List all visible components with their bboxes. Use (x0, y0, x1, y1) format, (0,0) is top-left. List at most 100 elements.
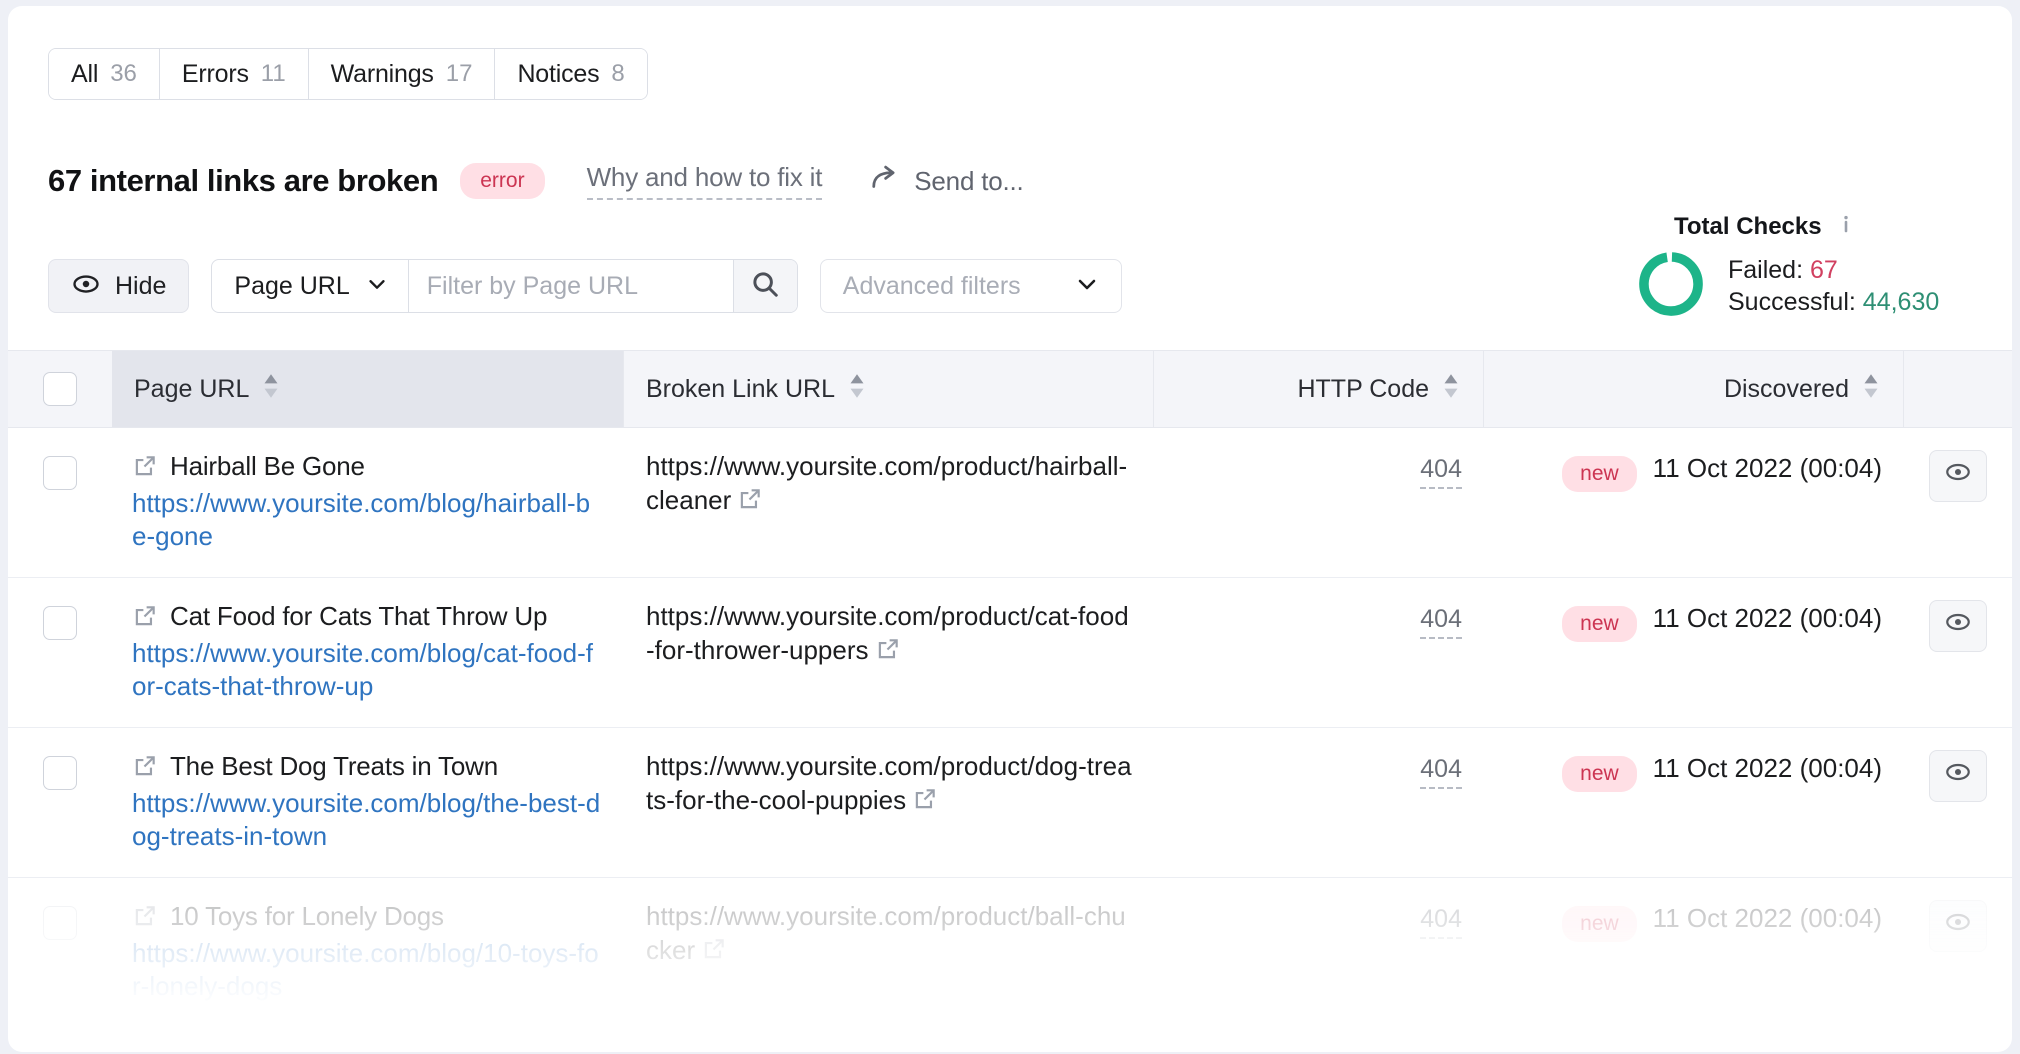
table-header-row: Page URL Broken Link URL (8, 350, 2012, 428)
checks-donut-chart (1636, 249, 1706, 324)
report-card: All 36 Errors 11 Warnings 17 Notices 8 6… (8, 6, 2012, 1052)
eye-icon (1944, 608, 1972, 645)
cell-actions (1904, 728, 2012, 877)
column-header-broken-link-url[interactable]: Broken Link URL (624, 351, 1154, 427)
cell-http-code: 404 (1154, 728, 1484, 877)
filter-field-select[interactable]: Page URL (212, 260, 408, 312)
cell-page-url: 10 Toys for Lonely Dogs https://www.your… (112, 878, 624, 1027)
http-code-value[interactable]: 404 (1420, 605, 1462, 639)
tab-warnings[interactable]: Warnings 17 (309, 49, 496, 99)
column-header-discovered[interactable]: Discovered (1484, 351, 1904, 427)
row-select-cell (8, 728, 112, 877)
tab-warnings-count: 17 (446, 60, 473, 88)
eye-icon (1944, 908, 1972, 945)
broken-url-text: https://www.yoursite.com/product/hairbal… (646, 451, 1127, 515)
row-preview-button[interactable] (1929, 450, 1987, 502)
checks-failed-label: Failed: (1728, 256, 1803, 284)
page-url-link[interactable]: https://www.yoursite.com/blog/cat-food-f… (132, 637, 602, 704)
why-and-how-to-fix-it-link[interactable]: Why and how to fix it (587, 162, 823, 200)
row-preview-button[interactable] (1929, 750, 1987, 802)
tab-all[interactable]: All 36 (49, 49, 160, 99)
row-preview-button[interactable] (1929, 900, 1987, 952)
search-button[interactable] (733, 260, 797, 312)
page-root: All 36 Errors 11 Warnings 17 Notices 8 6… (0, 0, 2020, 1054)
external-link-icon[interactable] (912, 786, 938, 821)
discovered-date: 11 Oct 2022 (00:04) (1653, 752, 1882, 785)
tab-errors[interactable]: Errors 11 (160, 49, 309, 99)
row-checkbox[interactable] (43, 756, 77, 790)
checks-successful-label: Successful: (1728, 288, 1856, 316)
cell-broken-link-url: https://www.yoursite.com/product/dog-tre… (624, 728, 1154, 877)
row-checkbox[interactable] (43, 606, 77, 640)
status-badge: error (460, 163, 544, 199)
cell-http-code: 404 (1154, 428, 1484, 577)
chevron-down-icon (1075, 272, 1099, 301)
cell-actions (1904, 428, 2012, 577)
eye-icon (1944, 758, 1972, 795)
hide-button[interactable]: Hide (48, 259, 189, 313)
send-to-label: Send to... (914, 166, 1023, 197)
select-all-checkbox[interactable] (43, 372, 77, 406)
advanced-filters-label: Advanced filters (843, 272, 1021, 301)
page-url-link[interactable]: https://www.yoursite.com/blog/hairball-b… (132, 487, 602, 554)
external-link-icon[interactable] (132, 753, 158, 788)
tab-warnings-label: Warnings (331, 60, 434, 89)
advanced-filters-select[interactable]: Advanced filters (820, 259, 1122, 313)
cell-discovered: new 11 Oct 2022 (00:04) (1484, 578, 1904, 727)
table-row: Hairball Be Gone https://www.yoursite.co… (8, 428, 2012, 578)
tab-all-label: All (71, 60, 98, 89)
info-icon[interactable] (1834, 212, 1858, 241)
total-checks-panel: Total Checks Failed: (1636, 212, 1966, 324)
cell-page-url: Cat Food for Cats That Throw Up https://… (112, 578, 624, 727)
filter-field-label: Page URL (234, 272, 349, 301)
tab-notices[interactable]: Notices 8 (495, 49, 646, 99)
row-select-cell (8, 578, 112, 727)
send-to-button[interactable]: Send to... (870, 164, 1023, 199)
page-url-link[interactable]: https://www.yoursite.com/blog/10-toys-fo… (132, 937, 602, 1004)
total-checks-body: Failed: 67 Successful: 44,630 (1636, 249, 1966, 324)
tab-notices-label: Notices (517, 60, 599, 89)
cell-broken-link-url: https://www.yoursite.com/product/hairbal… (624, 428, 1154, 577)
external-link-icon[interactable] (132, 903, 158, 938)
column-header-broken-link-url-label: Broken Link URL (646, 375, 835, 404)
discovered-date: 11 Oct 2022 (00:04) (1653, 602, 1882, 635)
row-checkbox[interactable] (43, 456, 77, 490)
checks-values: Failed: 67 Successful: 44,630 (1728, 256, 1939, 317)
cell-discovered: new 11 Oct 2022 (00:04) (1484, 428, 1904, 577)
cell-actions (1904, 578, 2012, 727)
page-title-text: Cat Food for Cats That Throw Up (170, 600, 547, 633)
external-link-icon[interactable] (737, 486, 763, 521)
external-link-icon[interactable] (132, 453, 158, 488)
select-all-cell (8, 351, 112, 427)
external-link-icon[interactable] (132, 603, 158, 638)
row-select-cell (8, 878, 112, 1027)
page-url-link[interactable]: https://www.yoursite.com/blog/the-best-d… (132, 787, 602, 854)
cell-discovered: new 11 Oct 2022 (00:04) (1484, 728, 1904, 877)
discovered-date: 11 Oct 2022 (00:04) (1653, 902, 1882, 935)
column-header-http-code[interactable]: HTTP Code (1154, 351, 1484, 427)
column-header-http-code-label: HTTP Code (1297, 375, 1429, 404)
search-icon (750, 269, 780, 304)
checks-successful-line: Successful: 44,630 (1728, 288, 1939, 317)
column-header-page-url[interactable]: Page URL (112, 351, 624, 427)
external-link-icon[interactable] (875, 636, 901, 671)
tab-errors-label: Errors (182, 60, 249, 89)
http-code-value[interactable]: 404 (1420, 755, 1462, 789)
new-badge: new (1562, 456, 1637, 492)
external-link-icon[interactable] (701, 936, 727, 971)
sort-icon (1861, 373, 1881, 406)
row-preview-button[interactable] (1929, 600, 1987, 652)
issue-filter-tabs: All 36 Errors 11 Warnings 17 Notices 8 (48, 48, 648, 100)
cell-discovered: new 11 Oct 2022 (00:04) (1484, 878, 1904, 1027)
sort-icon (847, 373, 867, 406)
table-row: 10 Toys for Lonely Dogs https://www.your… (8, 878, 2012, 1028)
page-title-text: 10 Toys for Lonely Dogs (170, 900, 444, 933)
page-title-line: 10 Toys for Lonely Dogs (132, 900, 602, 935)
page-title-text: Hairball Be Gone (170, 450, 365, 483)
eye-icon (1944, 458, 1972, 495)
http-code-value[interactable]: 404 (1420, 905, 1462, 939)
row-checkbox[interactable] (43, 906, 77, 940)
http-code-value[interactable]: 404 (1420, 455, 1462, 489)
page-title: 67 internal links are broken (48, 163, 438, 199)
search-input[interactable] (409, 260, 733, 312)
